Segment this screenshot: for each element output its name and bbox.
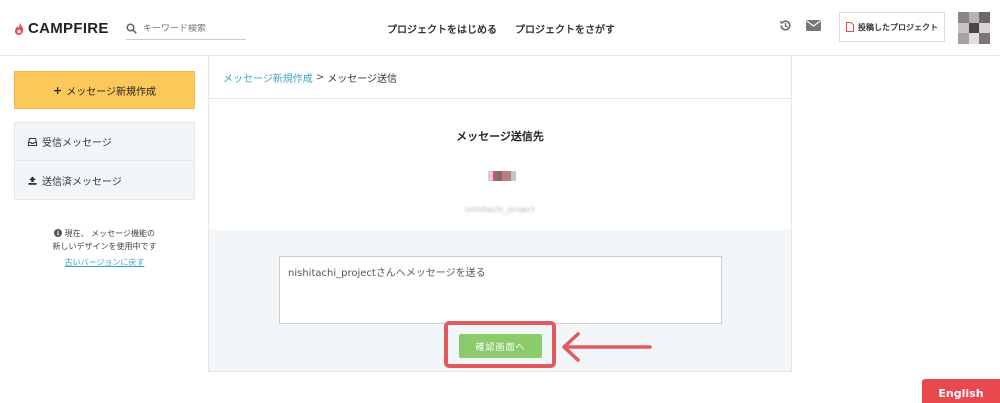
inbox-icon: [28, 137, 37, 146]
new-message-label: メッセージ新規作成: [66, 86, 157, 98]
search-field[interactable]: [126, 18, 246, 40]
posted-projects-label: 投稿したプロジェクト: [858, 22, 938, 32]
breadcrumb-link-new-message[interactable]: メッセージ新規作成: [223, 70, 313, 85]
sidebar-item-label: 送信済メッセージ: [42, 176, 122, 188]
message-textarea[interactable]: [279, 256, 722, 324]
search-icon: [126, 23, 137, 34]
notice-line-1: 現在、 メッセージ機能の: [64, 229, 155, 238]
old-version-link[interactable]: 古いバージョンに戻す: [14, 257, 195, 268]
breadcrumb-current: メッセージ送信: [327, 73, 398, 85]
recipient-title: メッセージ送信先: [456, 130, 544, 143]
nav-find-project[interactable]: プロジェクトをさがす: [515, 21, 615, 36]
posted-projects-button[interactable]: 投稿したプロジェクト: [839, 12, 945, 42]
top-header: CAMPFIRE プロジェクトをはじめる プロジェクトをさがす 投稿したプロジェ…: [0, 0, 1000, 56]
plus-icon: +: [52, 83, 63, 97]
info-icon: [54, 229, 63, 237]
nav-start-project[interactable]: プロジェクトをはじめる: [387, 21, 497, 36]
document-icon: [846, 22, 854, 32]
design-notice: 現在、 メッセージ機能の 新しいデザインを使用中です: [14, 227, 195, 253]
flame-icon: [14, 22, 24, 35]
recipient-name: nishitachi_project: [464, 205, 536, 214]
arrow-annotation-icon: [562, 332, 652, 362]
sidebar-item-inbox[interactable]: 受信メッセージ: [15, 123, 194, 161]
sidebar: + メッセージ新規作成 受信メッセージ 送信済メッセージ 現在、 メッセージ機能…: [14, 71, 195, 268]
campfire-logo[interactable]: CAMPFIRE: [14, 20, 109, 37]
language-english-button[interactable]: English: [922, 379, 1000, 403]
new-message-button[interactable]: + メッセージ新規作成: [14, 71, 195, 109]
notice-line-2: 新しいデザインを使用中です: [52, 242, 157, 251]
breadcrumb-separator: >: [315, 71, 325, 83]
upload-icon: [28, 176, 37, 185]
highlight-box: [444, 321, 556, 368]
sidebar-message-list: 受信メッセージ 送信済メッセージ: [14, 122, 195, 200]
recipient-section: メッセージ送信先 nishitachi_project: [209, 99, 791, 230]
mail-icon[interactable]: [806, 20, 821, 31]
logo-text: CAMPFIRE: [28, 20, 109, 37]
search-input[interactable]: [143, 23, 243, 34]
history-icon[interactable]: [779, 19, 792, 32]
user-avatar[interactable]: [958, 12, 990, 44]
sidebar-item-label: 受信メッセージ: [42, 138, 112, 149]
recipient-avatar: [488, 171, 516, 181]
breadcrumb: メッセージ新規作成 > メッセージ送信: [209, 56, 791, 99]
sidebar-item-sent[interactable]: 送信済メッセージ: [15, 161, 194, 199]
